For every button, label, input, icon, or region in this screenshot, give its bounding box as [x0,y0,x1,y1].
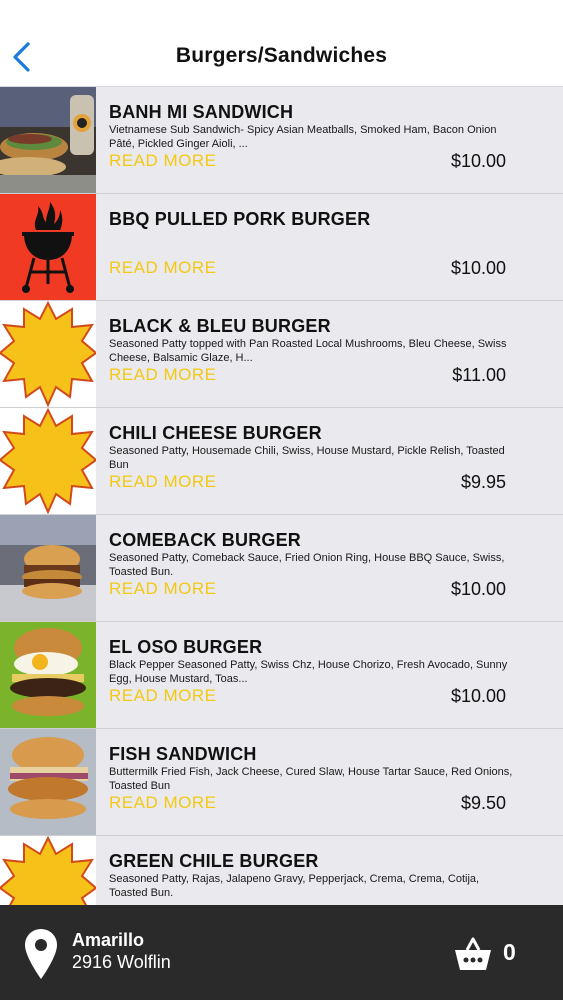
item-name: COMEBACK BURGER [109,530,301,550]
el-oso-burger-photo [0,622,96,728]
item-name: FISH SANDWICH [109,744,257,764]
bbq-grill-icon [0,194,96,300]
item-name: EL OSO BURGER [109,637,263,657]
read-more-link[interactable]: READ MORE [109,472,216,492]
page-title: Burgers/Sandwiches [175,44,388,67]
navigation-bar: Burgers/Sandwiches [0,0,563,87]
item-price: $9.50 [460,793,506,813]
menu-item[interactable]: BANH MI SANDWICH Vietnamese Sub Sandwich… [0,87,563,194]
basket-icon [455,937,491,970]
item-price: $10.00 [450,258,506,278]
item-description: Seasoned Patty, Housemade Chili, Swiss, … [109,445,505,471]
item-price: $10.00 [450,151,506,171]
menu-item[interactable]: BBQ PULLED PORK BURGER READ MORE $10.00 [0,194,563,301]
item-description: Vietnamese Sub Sandwich- Spicy Asian Mea… [109,124,497,150]
menu-item[interactable]: FISH SANDWICH Buttermilk Fried Fish, Jac… [0,729,563,836]
read-more-link[interactable]: READ MORE [109,579,216,599]
item-description: Buttermilk Fried Fish, Jack Cheese, Cure… [109,766,513,792]
location-name[interactable]: Amarillo [72,930,144,951]
item-name: BANH MI SANDWICH [109,102,294,122]
item-description: Seasoned Patty, Comeback Sauce, Fried On… [109,552,505,578]
item-name: BLACK & BLEU BURGER [109,316,331,336]
item-price: $11.00 [452,365,506,385]
cart-button[interactable]: 0 [455,933,535,973]
map-pin-icon[interactable] [25,929,57,979]
item-name: BBQ PULLED PORK BURGER [109,209,371,229]
location-address[interactable]: 2916 Wolflin [72,952,171,973]
item-description: Black Pepper Seasoned Patty, Swiss Chz, … [109,659,508,685]
item-description: Seasoned Patty topped with Pan Roasted L… [109,338,507,364]
read-more-link[interactable]: READ MORE [109,365,216,385]
burger-special-logo [0,408,96,514]
menu-item[interactable]: EL OSO BURGER Black Pepper Seasoned Patt… [0,622,563,729]
item-price: $10.00 [450,686,506,706]
read-more-link[interactable]: READ MORE [109,793,216,813]
burger-special-logo [0,836,96,905]
cart-count: 0 [503,939,516,965]
fish-sandwich-photo [0,729,96,835]
item-price: $10.00 [450,579,506,599]
menu-item[interactable]: CHILI CHEESE BURGER Seasoned Patty, Hous… [0,408,563,515]
item-name: CHILI CHEESE BURGER [109,423,322,443]
menu-item[interactable]: GREEN CHILE BURGER Seasoned Patty, Rajas… [0,836,563,905]
item-price: $9.95 [460,472,506,492]
read-more-link[interactable]: READ MORE [109,686,216,706]
comeback-burger-photo [0,515,96,621]
read-more-link[interactable]: READ MORE [109,151,216,171]
menu-item[interactable]: BLACK & BLEU BURGER Seasoned Patty toppe… [0,301,563,408]
banh-mi-photo [0,87,96,193]
item-description: Seasoned Patty, Rajas, Jalapeno Gravy, P… [109,873,480,899]
menu-list[interactable]: BANH MI SANDWICH Vietnamese Sub Sandwich… [0,87,563,905]
item-name: GREEN CHILE BURGER [109,851,319,871]
menu-item[interactable]: COMEBACK BURGER Seasoned Patty, Comeback… [0,515,563,622]
burger-special-logo [0,301,96,407]
location-bar: Amarillo 2916 Wolflin 0 [0,905,563,1000]
read-more-link[interactable]: READ MORE [109,258,216,278]
